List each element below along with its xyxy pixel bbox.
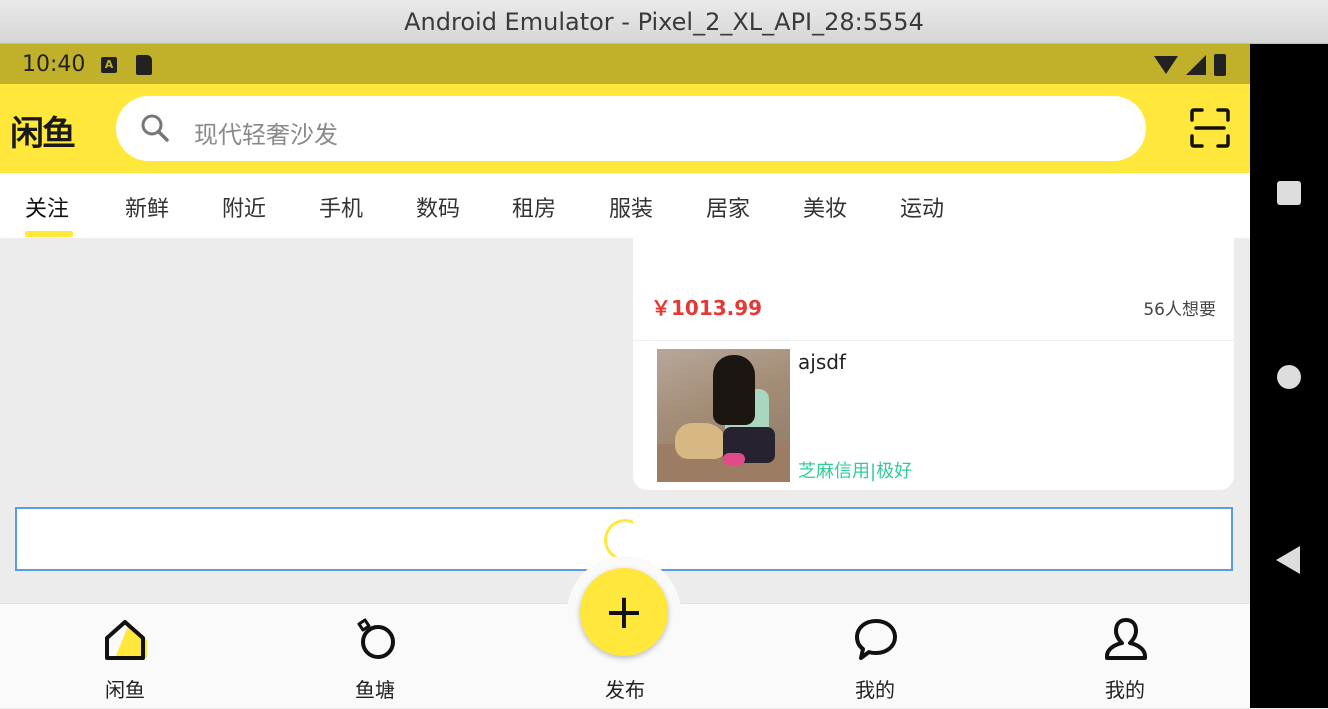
app-header: 闲鱼 现代轻奢沙发 (0, 84, 1250, 173)
tab-beauty[interactable]: 美妆 (803, 191, 847, 223)
tab-sports[interactable]: 运动 (900, 191, 944, 223)
nav-label-messages: 我的 (855, 678, 895, 702)
wifi-icon (1154, 56, 1178, 74)
recents-button[interactable] (1277, 181, 1301, 205)
plus-icon: + (603, 584, 645, 640)
home-icon (105, 620, 147, 660)
a-notification-icon: A (101, 57, 117, 73)
nav-item-xianyu[interactable]: 闲鱼 (0, 604, 250, 709)
seller-avatar[interactable] (657, 349, 790, 482)
app-logo[interactable]: 闲鱼 (10, 106, 76, 155)
scan-icon[interactable] (1188, 106, 1232, 150)
tab-phones[interactable]: 手机 (319, 191, 363, 223)
nav-label-yutang: 鱼塘 (355, 678, 395, 702)
tab-clothing[interactable]: 服装 (609, 191, 653, 223)
battery-icon (1214, 54, 1226, 76)
tab-rent[interactable]: 租房 (512, 191, 556, 223)
nav-item-messages[interactable]: 我的 (750, 604, 1000, 709)
nav-label-xianyu: 闲鱼 (105, 678, 145, 702)
status-time: 10:40 (22, 52, 86, 77)
tab-home[interactable]: 居家 (706, 191, 750, 223)
nav-item-profile[interactable]: 我的 (1000, 604, 1250, 709)
search-placeholder: 现代轻奢沙发 (194, 121, 338, 149)
wants-count: 56人想要 (1143, 300, 1216, 320)
home-button[interactable] (1277, 365, 1301, 389)
product-card[interactable]: ￥1013.99 56人想要 ajsdf 芝麻信用|极好 (633, 238, 1234, 490)
publish-button[interactable]: + (580, 568, 668, 656)
search-icon (141, 114, 169, 142)
product-price: ￥1013.99 (651, 296, 763, 320)
android-nav-bar (1250, 44, 1328, 708)
category-tabs: 关注 新鲜 附近 手机 数码 租房 服装 居家 美妆 运动 (0, 173, 1250, 238)
sd-card-icon (136, 55, 152, 75)
window-title: Android Emulator - Pixel_2_XL_API_28:555… (404, 7, 924, 36)
credit-rating: 芝麻信用|极好 (798, 461, 913, 482)
person-icon (1105, 618, 1147, 660)
back-button[interactable] (1276, 546, 1300, 574)
nav-label-publish: 发布 (605, 678, 645, 702)
search-bar[interactable]: 现代轻奢沙发 (116, 96, 1146, 161)
nav-item-yutang[interactable]: 鱼塘 (250, 604, 500, 709)
status-icons (1154, 54, 1226, 76)
signal-icon (1186, 55, 1206, 75)
status-bar: 10:40 A (0, 44, 1250, 84)
nav-label-profile: 我的 (1105, 678, 1145, 702)
tab-follow[interactable]: 关注 (25, 191, 69, 223)
tab-fresh[interactable]: 新鲜 (125, 191, 169, 223)
emulator-title-bar: Android Emulator - Pixel_2_XL_API_28:555… (0, 0, 1328, 44)
ring-icon (357, 618, 395, 659)
seller-name[interactable]: ajsdf (798, 350, 846, 374)
card-divider (633, 340, 1234, 341)
chat-bubble-icon (855, 619, 897, 660)
tab-nearby[interactable]: 附近 (222, 191, 266, 223)
tab-digital[interactable]: 数码 (416, 191, 460, 223)
active-tab-indicator (25, 231, 73, 237)
